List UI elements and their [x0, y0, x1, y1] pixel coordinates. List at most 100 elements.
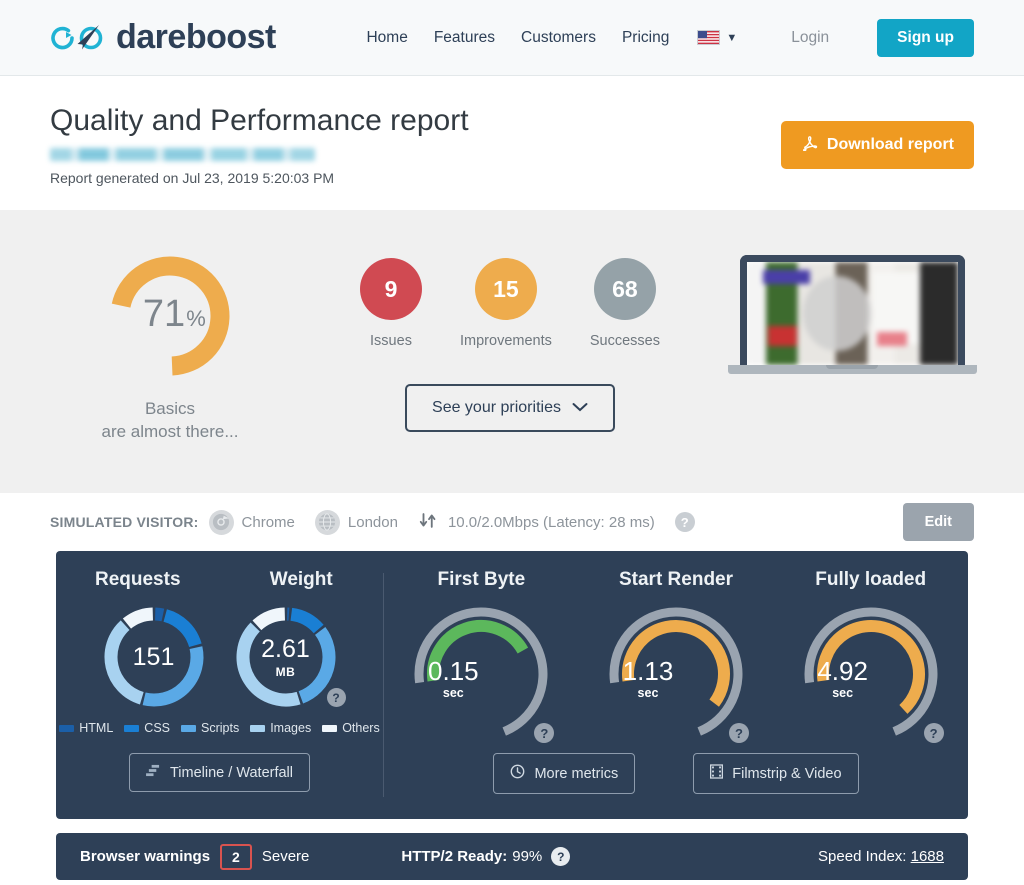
http2-ready: HTTP/2 Ready: 99% ? [401, 847, 570, 866]
dareboost-logo-icon [50, 21, 106, 55]
visitor-help-icon[interactable]: ? [675, 512, 695, 532]
fully-loaded-value: 4.92 [817, 656, 868, 687]
first-byte-gauge[interactable]: 0.15 sec ? [386, 599, 576, 749]
laptop-base [728, 365, 977, 374]
report-header-text: Quality and Performance report Report ge… [50, 104, 781, 186]
fully-loaded-help-icon[interactable]: ? [924, 723, 944, 743]
legend-swatch-images [250, 725, 265, 732]
logo[interactable]: dareboost [50, 18, 276, 57]
timeline-button-row: Timeline / Waterfall [56, 753, 383, 792]
visitor-browser: Chrome [209, 510, 295, 535]
report-generated-date: Report generated on Jul 23, 2019 5:20:03… [50, 170, 781, 186]
warnings-bar: Browser warnings 2 Severe HTTP/2 Ready: … [56, 833, 968, 880]
basics-score-section: 71 % Basics are almost there... [0, 210, 340, 444]
fully-loaded-unit: sec [832, 686, 853, 700]
score-summary-band: 71 % Basics are almost there... 9 Issues… [0, 210, 1024, 493]
speed-index-label: Speed Index: [818, 848, 906, 865]
first-byte-title: First Byte [384, 569, 579, 591]
weight-unit: MB [276, 665, 296, 679]
start-render-unit: sec [638, 686, 659, 700]
start-render-help-icon[interactable]: ? [729, 723, 749, 743]
laptop-screenshot-preview[interactable] [740, 255, 965, 374]
legend-label-scripts: Scripts [201, 721, 239, 735]
filmstrip-video-button[interactable]: Filmstrip & Video [693, 753, 858, 794]
browser-warnings-label: Browser warnings [80, 848, 210, 865]
more-metrics-label: More metrics [534, 766, 618, 782]
legend-item-css: CSS [124, 721, 170, 735]
http2-label: HTTP/2 Ready: [401, 848, 507, 865]
basics-score-caption: Basics are almost there... [101, 397, 238, 444]
visitor-browser-label: Chrome [242, 514, 295, 531]
fully-loaded-gauge[interactable]: 4.92 sec ? [776, 599, 966, 749]
badge-issues[interactable]: 9 Issues [360, 258, 422, 349]
fully-loaded-title: Fully loaded [773, 569, 968, 591]
timeline-waterfall-button[interactable]: Timeline / Waterfall [129, 753, 310, 792]
see-priorities-button[interactable]: See your priorities [405, 384, 615, 432]
badge-improvements[interactable]: 15 Improvements [460, 258, 552, 349]
globe-icon [315, 510, 340, 535]
legend-item-scripts: Scripts [181, 721, 239, 735]
download-upload-arrows-icon [418, 511, 440, 534]
speed-index-value[interactable]: 1688 [911, 848, 944, 865]
more-metrics-button[interactable]: More metrics [493, 753, 635, 794]
timeline-waterfall-label: Timeline / Waterfall [170, 765, 293, 781]
first-byte-unit: sec [443, 686, 464, 700]
basics-caption-line1: Basics [101, 397, 238, 420]
login-link[interactable]: Login [791, 29, 829, 47]
download-report-label: Download report [827, 136, 954, 154]
weight-title: Weight [220, 569, 384, 591]
basics-caption-line2: are almost there... [101, 420, 238, 443]
http2-value: 99% [512, 848, 542, 865]
start-render-value: 1.13 [623, 656, 674, 687]
badge-successes-circle: 68 [594, 258, 656, 320]
badge-issues-circle: 9 [360, 258, 422, 320]
first-byte-value: 0.15 [428, 656, 479, 687]
http2-help-icon[interactable]: ? [551, 847, 570, 866]
badge-issues-label: Issues [370, 333, 412, 349]
legend-item-images: Images [250, 721, 311, 735]
requests-value: 151 [133, 643, 175, 672]
start-render-title: Start Render [579, 569, 774, 591]
severe-warning-count[interactable]: 2 [220, 844, 252, 870]
legend-swatch-html [59, 725, 74, 732]
weight-help-icon[interactable]: ? [327, 688, 346, 707]
laptop-screen [740, 255, 965, 365]
nav-links: Home Features Customers Pricing ▼ Login … [366, 19, 974, 57]
legend-label-html: HTML [79, 721, 113, 735]
chevron-down-icon [572, 399, 588, 417]
legend-swatch-scripts [181, 725, 196, 732]
simulated-visitor-bar: SIMULATED VISITOR: Chrome London [0, 493, 1024, 551]
nav-link-pricing[interactable]: Pricing [622, 29, 669, 47]
chevron-down-icon: ▼ [726, 32, 737, 44]
requests-donut-center: 151 [100, 603, 208, 711]
timing-metrics-section: First Byte Start Render Fully loaded 0.1… [384, 551, 968, 819]
download-report-button[interactable]: Download report [781, 121, 974, 169]
language-selector[interactable]: ▼ [697, 30, 737, 45]
badge-successes-label: Successes [590, 333, 660, 349]
site-preview-section [680, 210, 1024, 374]
resource-donuts: 151 2.61 MB ? [56, 591, 383, 711]
signup-button[interactable]: Sign up [877, 19, 974, 57]
weight-donut[interactable]: 2.61 MB ? [232, 603, 340, 711]
requests-donut[interactable]: 151 [100, 603, 208, 711]
simulated-visitor-label: SIMULATED VISITOR: [50, 514, 199, 530]
metrics-panel: Requests Weight 151 2.61 MB ? [56, 551, 968, 819]
visitor-connection-label: 10.0/2.0Mbps (Latency: 28 ms) [448, 514, 655, 531]
start-render-gauge[interactable]: 1.13 sec ? [581, 599, 771, 749]
svg-text:71: 71 [143, 293, 185, 335]
nav-link-home[interactable]: Home [366, 29, 407, 47]
visitor-connection: 10.0/2.0Mbps (Latency: 28 ms) [418, 511, 655, 534]
legend-label-images: Images [270, 721, 311, 735]
resource-metrics-section: Requests Weight 151 2.61 MB ? [56, 551, 383, 819]
waterfall-icon [146, 764, 161, 781]
legend-item-html: HTML [59, 721, 113, 735]
redacted-site-url [50, 148, 315, 161]
edit-visitor-button[interactable]: Edit [903, 503, 974, 541]
legend-swatch-css [124, 725, 139, 732]
legend-swatch-others [322, 725, 337, 732]
badge-successes[interactable]: 68 Successes [590, 258, 660, 349]
nav-link-features[interactable]: Features [434, 29, 495, 47]
visitor-location: London [315, 510, 398, 535]
resource-metric-titles: Requests Weight [56, 551, 383, 591]
nav-link-customers[interactable]: Customers [521, 29, 596, 47]
